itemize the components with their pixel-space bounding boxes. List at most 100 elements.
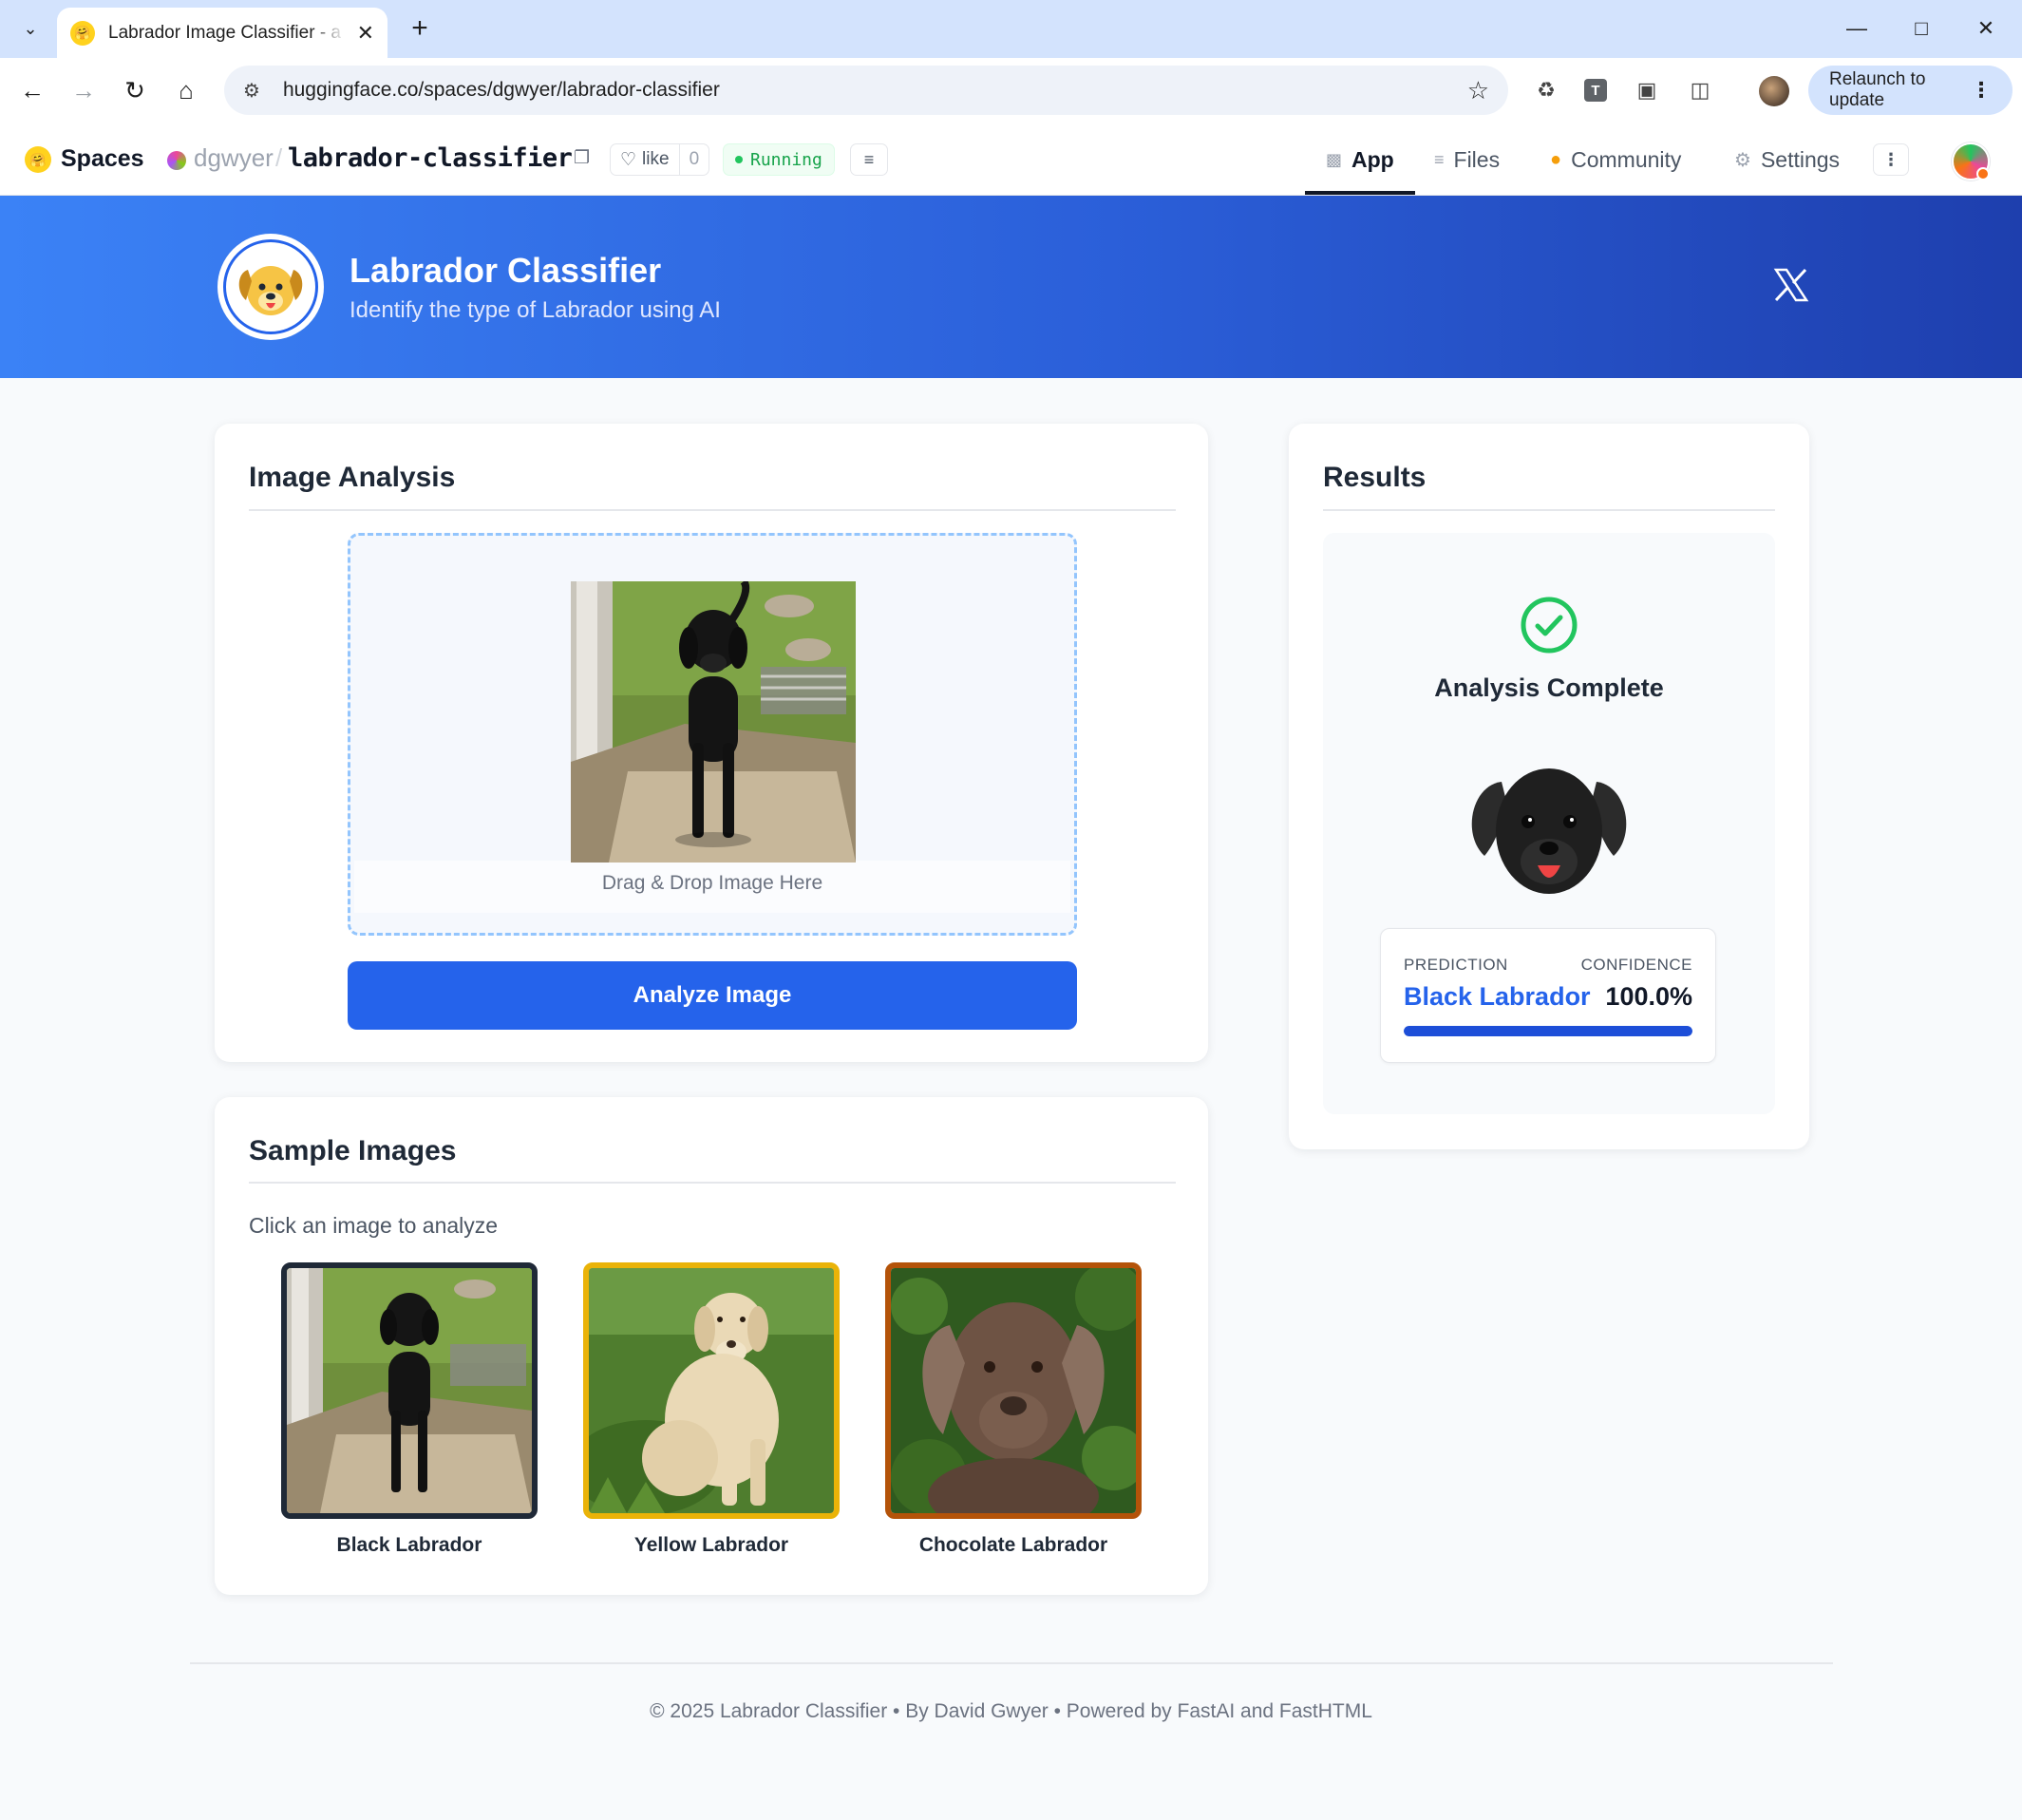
confidence-bar: [1404, 1026, 1692, 1036]
running-dot-icon: [735, 156, 743, 163]
sample-label: Black Labrador: [336, 1534, 482, 1556]
active-tab-indicator: [1305, 191, 1415, 195]
results-card: Results Analysis Complete PREDICTION CON…: [1289, 424, 1809, 1149]
x-social-icon[interactable]: [1772, 266, 1810, 304]
image-analysis-card: Image Analysis Drag & Drop Image Here An…: [215, 424, 1208, 1062]
browser-toolbar: ← → ↻ ⌂ ⚙ huggingface.co/spaces/dgwyer/l…: [0, 58, 2022, 123]
notification-dot: [1976, 167, 1990, 180]
like-count: 0: [678, 144, 709, 175]
sample-label: Yellow Labrador: [633, 1534, 789, 1556]
uploaded-image: [571, 581, 856, 863]
browser-tab-bar: ⌄ 🤗 Labrador Image Classifier - a Huggin…: [0, 0, 2022, 58]
like-button[interactable]: ♡ like 0: [610, 143, 710, 176]
close-window-icon[interactable]: ✕: [1962, 9, 2010, 47]
tab-app-label: App: [1351, 146, 1394, 172]
tab-community[interactable]: ● Community: [1550, 143, 1681, 176]
prediction-label: PREDICTION: [1404, 956, 1508, 974]
sample-chocolate-labrador[interactable]: Chocolate Labrador: [885, 1262, 1142, 1557]
like-label: like: [642, 149, 670, 169]
analyze-image-button[interactable]: Analyze Image: [348, 961, 1077, 1030]
golden-dog-logo-icon: [238, 266, 303, 315]
relaunch-label: Relaunch to update: [1829, 69, 1926, 110]
black-dog-result-icon: [1471, 768, 1627, 894]
hf-logo-icon[interactable]: 🤗: [25, 146, 51, 173]
sample-images-card: Sample Images Click an image to analyze: [215, 1097, 1208, 1595]
results-title: Results: [1323, 462, 1427, 493]
minimize-icon[interactable]: —: [1833, 9, 1880, 47]
dropzone-label: Drag & Drop Image Here: [601, 872, 823, 894]
url-text: huggingface.co/spaces/dgwyer/labrador-cl…: [282, 79, 720, 101]
confidence-label: CONFIDENCE: [1580, 956, 1692, 974]
sample-image-frame[interactable]: [583, 1262, 840, 1519]
browser-profile-avatar[interactable]: [1759, 76, 1789, 106]
more-options-icon[interactable]: ⋮: [1873, 143, 1909, 176]
tab-app[interactable]: ▩ App: [1326, 143, 1394, 176]
app-title: Labrador Classifier: [350, 251, 662, 290]
repo-name[interactable]: labrador-classifier: [288, 143, 573, 173]
screenshot-extension-icon[interactable]: ▣: [1630, 73, 1664, 107]
tab-search-chevron-icon[interactable]: ⌄: [13, 11, 47, 46]
card-divider: [249, 1182, 1176, 1184]
back-arrow-icon[interactable]: ←: [13, 71, 51, 109]
hf-header: 🤗 Spaces dgwyer / labrador-classifier ❐ …: [0, 123, 2022, 196]
sample-yellow-labrador[interactable]: Yellow Labrador: [583, 1262, 840, 1557]
maximize-icon[interactable]: □: [1898, 9, 1945, 47]
results-panel: Analysis Complete PREDICTION CONFIDENCE …: [1323, 533, 1775, 1114]
card-divider: [1323, 509, 1775, 511]
tab-close-icon[interactable]: ✕: [357, 21, 374, 46]
browser-tab[interactable]: 🤗 Labrador Image Classifier - a Hugging …: [57, 8, 387, 58]
status-label: Running: [750, 149, 822, 170]
tab-community-label: Community: [1571, 146, 1682, 172]
sample-images-subtitle: Click an image to analyze: [249, 1213, 499, 1238]
confidence-bar-fill: [1404, 1026, 1692, 1036]
t-extension-icon[interactable]: T: [1584, 79, 1607, 102]
app-banner: Labrador Classifier Identify the type of…: [0, 196, 2022, 378]
heart-icon: ♡: [620, 149, 637, 170]
kebab-menu-icon[interactable]: ⋮: [1971, 78, 1992, 103]
spaces-link[interactable]: Spaces: [61, 145, 144, 173]
path-separator: /: [275, 143, 283, 172]
extensions-puzzle-icon[interactable]: ◫: [1683, 73, 1717, 107]
tab-settings[interactable]: ⚙ Settings: [1734, 143, 1840, 176]
black-lab-photo: [571, 581, 856, 863]
bookmark-star-icon[interactable]: ☆: [1467, 76, 1489, 105]
app-logo: [217, 234, 324, 340]
tab-files-label: Files: [1453, 146, 1501, 172]
check-circle-icon: [1521, 597, 1578, 654]
image-dropzone[interactable]: Drag & Drop Image Here: [348, 533, 1077, 936]
footer-divider: [190, 1662, 1833, 1664]
tab-settings-label: Settings: [1760, 146, 1841, 172]
relaunch-button[interactable]: Relaunch to update ⋮: [1808, 66, 2013, 115]
confidence-value: 100.0%: [1605, 982, 1692, 1011]
analysis-status: Analysis Complete: [1434, 673, 1664, 702]
address-bar[interactable]: ⚙ huggingface.co/spaces/dgwyer/labrador-…: [224, 66, 1508, 115]
site-settings-icon[interactable]: ⚙: [243, 79, 260, 103]
status-badge[interactable]: Running: [723, 143, 835, 176]
hf-favicon-icon: 🤗: [70, 20, 95, 46]
sample-black-labrador[interactable]: Black Labrador: [281, 1262, 538, 1557]
owner-avatar-icon: [167, 151, 186, 170]
tab-files[interactable]: ≡ Files: [1434, 143, 1500, 176]
image-analysis-title: Image Analysis: [249, 462, 456, 493]
sample-image-frame[interactable]: [281, 1262, 538, 1519]
sample-image-frame[interactable]: [885, 1262, 1142, 1519]
app-subtitle: Identify the type of Labrador using AI: [350, 297, 721, 323]
prediction-value: Black Labrador: [1404, 982, 1591, 1011]
recycle-extension-icon[interactable]: ♻: [1529, 73, 1563, 107]
reload-icon[interactable]: ↻: [116, 71, 154, 109]
prediction-box: PREDICTION CONFIDENCE Black Labrador 100…: [1380, 928, 1716, 1063]
card-divider: [249, 509, 1176, 511]
chocolate-lab-thumbnail: [891, 1268, 1136, 1513]
new-tab-plus-icon[interactable]: +: [403, 11, 437, 46]
copy-icon[interactable]: ❐: [574, 147, 590, 169]
yellow-lab-thumbnail: [589, 1268, 834, 1513]
tab-title: Labrador Image Classifier - a Hugging Fa…: [108, 22, 346, 43]
forward-arrow-icon[interactable]: →: [65, 71, 103, 109]
files-icon: ≡: [1434, 149, 1445, 169]
gear-icon: ⚙: [1734, 149, 1751, 171]
community-icon: ●: [1550, 148, 1562, 170]
black-lab-thumbnail: [287, 1268, 532, 1513]
owner-link[interactable]: dgwyer: [194, 143, 274, 173]
logs-icon[interactable]: ≡: [850, 143, 888, 176]
home-icon[interactable]: ⌂: [167, 71, 205, 109]
